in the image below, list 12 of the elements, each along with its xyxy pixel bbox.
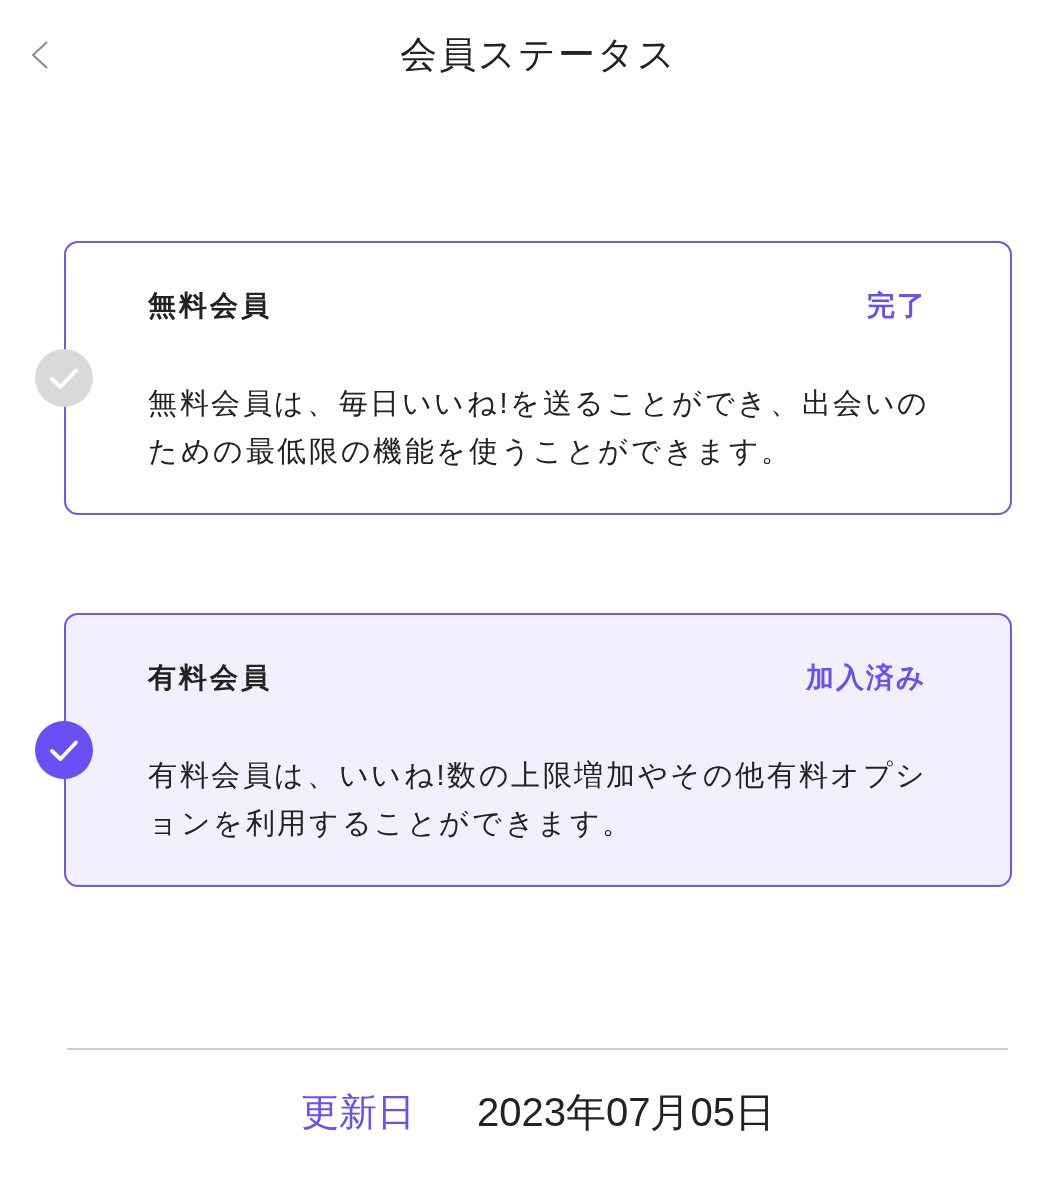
page-title: 会員ステータス bbox=[399, 33, 677, 77]
plan-description: 有料会員は、いいね!数の上限増加やその他有料オプションを利用することができます。 bbox=[148, 758, 930, 841]
plan-status: 完了 bbox=[867, 289, 927, 323]
back-icon bbox=[31, 41, 49, 69]
plan-card[interactable]: 無料会員 完了 無料会員は、毎日いいね!を送ることができ、出会いのための最低限の機能を使うことができます。 bbox=[64, 241, 1012, 515]
updated-date: 2023年07月05日 bbox=[477, 1089, 775, 1136]
plan-card[interactable]: 有料会員 加入済み 有料会員は、いいね!数の上限増加やその他有料オプションを利用することができます。 bbox=[64, 613, 1012, 887]
plan-description: 無料会員は、毎日いいね!を送ることができ、出会いのための最低限の機能を使うことができます。 bbox=[148, 386, 932, 469]
plan-status: 加入済み bbox=[806, 661, 927, 695]
plan-title: 有料会員 bbox=[148, 661, 272, 695]
updated-label: 更新日 bbox=[301, 1090, 415, 1135]
plan-title: 無料会員 bbox=[148, 289, 272, 323]
